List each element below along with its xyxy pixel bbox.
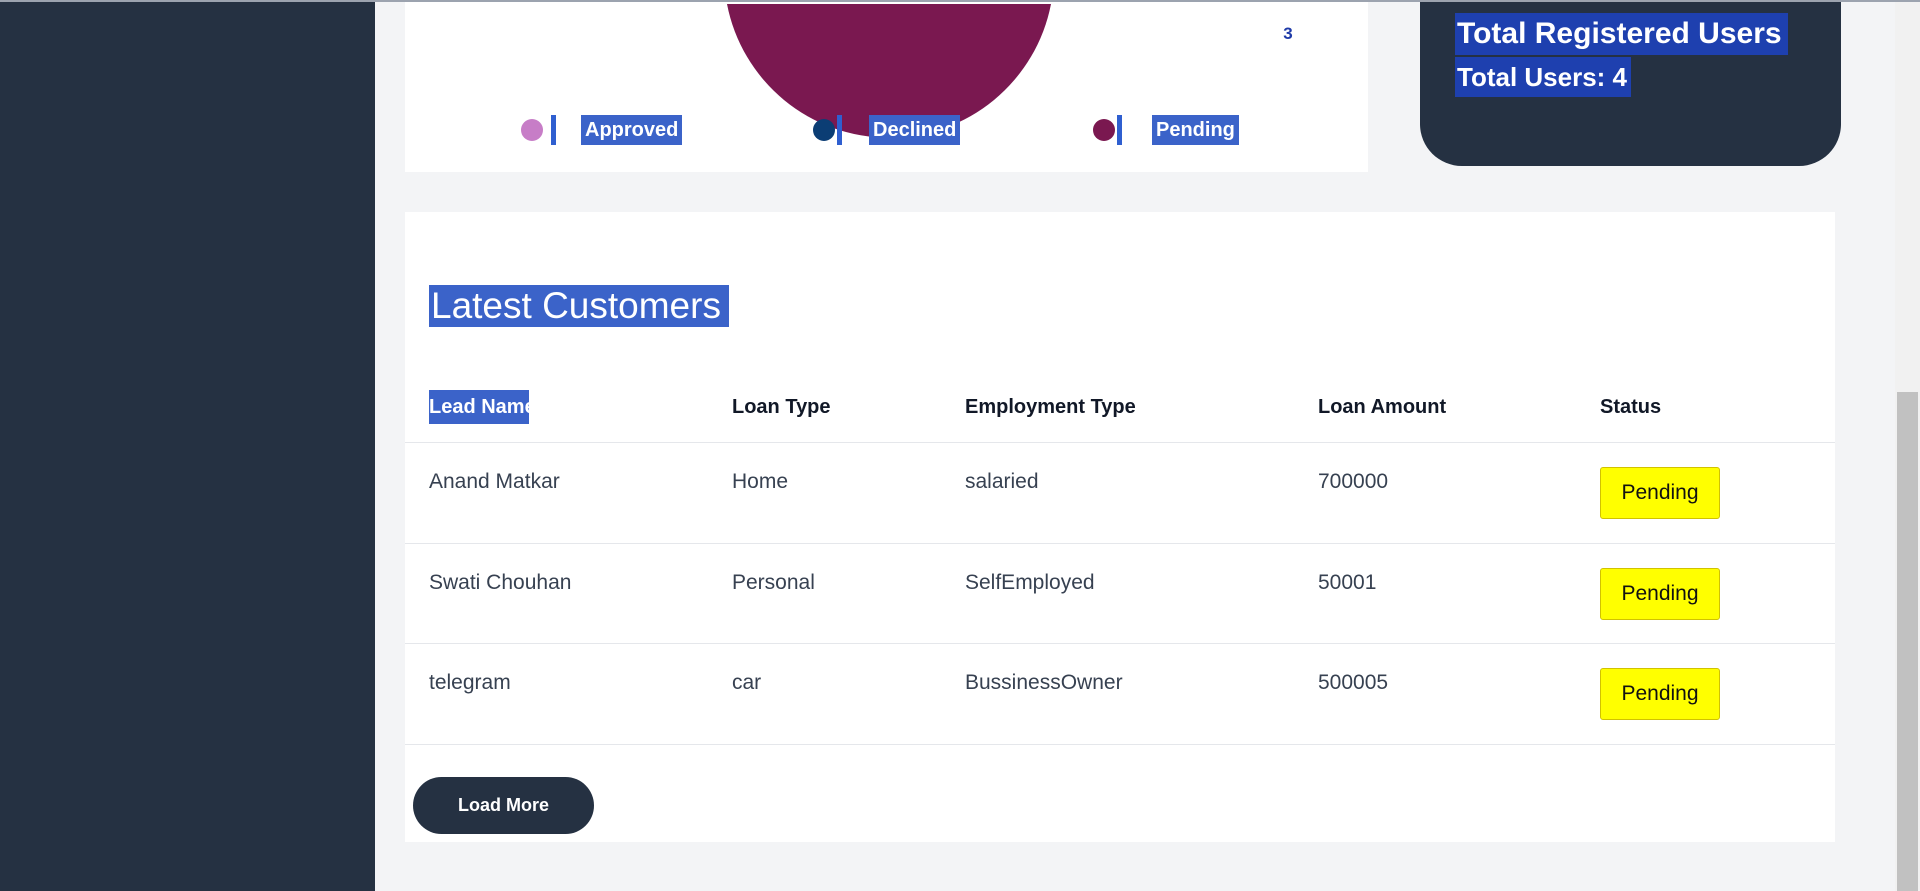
column-header-loan-type: Loan Type — [732, 396, 831, 418]
cell-lead-name: telegram — [429, 671, 511, 694]
cell-lead-name: Anand Matkar — [429, 470, 560, 493]
cell-loan-type: Home — [732, 470, 789, 493]
cell-loan-amount: 700000 — [1318, 470, 1389, 493]
cell-lead-name: Swati Chouhan — [429, 571, 572, 594]
row-divider — [405, 744, 1835, 745]
cell-loan-type: Personal — [732, 571, 815, 594]
legend-label-pending: Pending — [1152, 115, 1239, 145]
column-header-lead-name: Lead Name — [429, 390, 538, 424]
status-badge[interactable]: Pending — [1600, 568, 1720, 620]
loan-status-chart-card: 3 Approved Declined Pending — [405, 2, 1368, 172]
cell-loan-amount: 50001 — [1318, 571, 1377, 594]
legend-separator — [1117, 115, 1122, 145]
cell-loan-type: car — [732, 671, 762, 694]
total-users-count: Total Users: 4 — [1455, 57, 1632, 97]
pending-color-swatch-icon — [1093, 119, 1115, 141]
total-users-title: Total Registered Users — [1455, 13, 1788, 55]
legend-label-declined: Declined — [869, 115, 961, 145]
legend-label-approved: Approved — [581, 115, 683, 145]
section-title: Latest Customers — [429, 285, 729, 327]
column-header-loan-amount: Loan Amount — [1318, 396, 1447, 418]
row-divider — [405, 543, 1835, 544]
cell-employment-type: SelfEmployed — [965, 571, 1095, 594]
scrollbar-thumb[interactable] — [1897, 392, 1918, 891]
row-divider — [405, 643, 1835, 644]
column-header-status: Status — [1600, 396, 1662, 418]
total-users-card: Total Registered Users Total Users: 4 — [1420, 2, 1841, 166]
cell-loan-amount: 500005 — [1318, 671, 1389, 694]
legend-separator — [551, 115, 556, 145]
sidebar — [0, 2, 375, 891]
legend-separator — [837, 115, 842, 145]
cell-employment-type: BussinessOwner — [965, 671, 1123, 694]
pie-slice-value-label: 3 — [1283, 24, 1293, 43]
row-divider — [405, 442, 1835, 443]
pie-chart — [727, 4, 1051, 138]
status-badge[interactable]: Pending — [1600, 467, 1720, 519]
column-header-employment-type: Employment Type — [965, 396, 1136, 418]
declined-color-swatch-icon — [813, 119, 835, 141]
latest-customers-card: Latest Customers Lead Name Loan Type Emp… — [405, 212, 1835, 842]
status-badge[interactable]: Pending — [1600, 668, 1720, 720]
cell-employment-type: salaried — [965, 470, 1039, 493]
load-more-button[interactable]: Load More — [413, 777, 594, 834]
approved-color-swatch-icon — [521, 119, 543, 141]
